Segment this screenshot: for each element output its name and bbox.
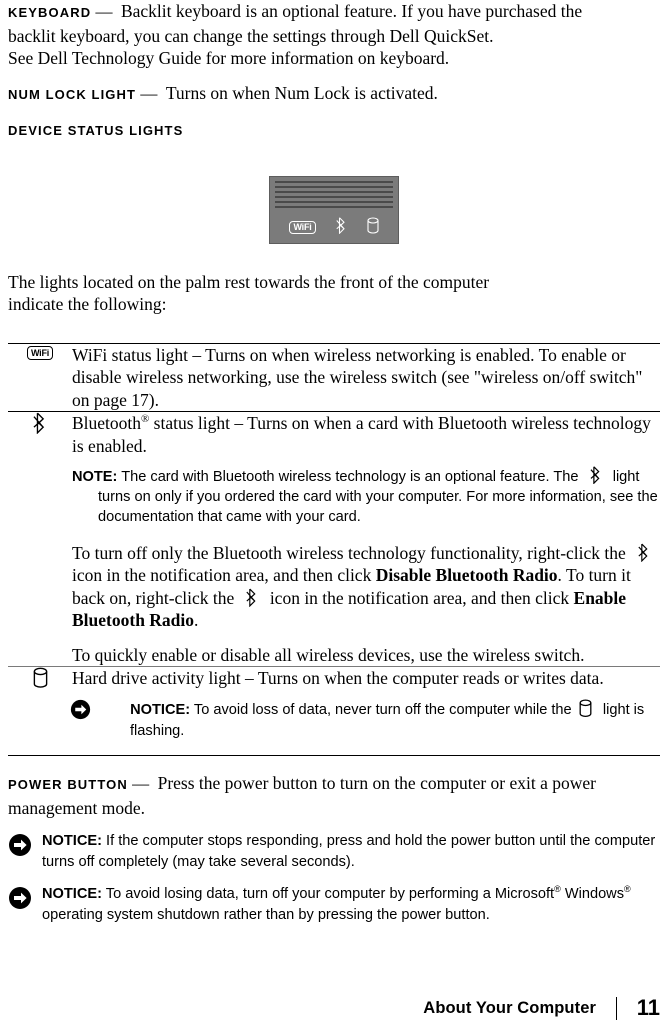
table-row-bluetooth: Bluetooth® status light – Turns on when … [8, 410, 660, 667]
hard-drive-icon [367, 216, 379, 239]
row-icon-cell: WiFi [8, 342, 72, 412]
entry-device-status-lights: DEVICE STATUS LIGHTS [8, 118, 660, 143]
intro-paragraph: The lights located on the palm rest towa… [8, 271, 660, 316]
keyboard-line-2: backlit keyboard, you can change the set… [8, 25, 494, 46]
notice-label: NOTICE: [42, 833, 102, 850]
wifi-icon: WiFi [289, 220, 316, 235]
notice-shutdown: NOTICE: To avoid losing data, turn off y… [8, 884, 660, 925]
keyboard-term: KEYBOARD [8, 5, 92, 20]
notice-label: NOTICE: [130, 701, 191, 718]
num-lock-dash: — [140, 83, 158, 103]
footer-separator [616, 996, 617, 1020]
power-button-term: POWER BUTTON [8, 777, 128, 793]
bt-instr-seg-4: icon in the notification area, and then … [265, 587, 574, 608]
notice-power-responding: NOTICE: If the computer stops responding… [8, 831, 660, 872]
registered-mark: ® [554, 884, 561, 895]
page-footer: About Your Computer 11 [8, 995, 660, 1021]
row-text-cell: Bluetooth® status light – Turns on when … [72, 410, 660, 667]
num-lock-text: Turns on when Num Lock is activated. [165, 82, 438, 103]
bluetooth-description: Bluetooth® status light – Turns on when … [72, 412, 660, 457]
wifi-description: WiFi status light – Turns on when wirele… [72, 344, 643, 410]
notice-seg-3: operating system shutdown rather than by… [42, 906, 490, 923]
bluetooth-icon [626, 543, 657, 563]
page-number: 11 [636, 995, 660, 1020]
notice-label: NOTICE: [42, 886, 102, 903]
bluetooth-icon [239, 588, 266, 608]
bluetooth-icon [578, 466, 608, 485]
notice-text-a: To avoid loss of data, never turn off th… [190, 701, 572, 718]
notice-body: If the computer stops responding, press … [42, 833, 656, 870]
row-text-cell: WiFi status light – Turns on when wirele… [72, 342, 660, 412]
notice-text: NOTICE: To avoid losing data, turn off y… [42, 884, 660, 925]
panel-icon-strip: WiFi [270, 216, 398, 239]
table-row-hard-drive: Hard drive activity light – Turns on whe… [8, 666, 660, 756]
device-status-lights-table: WiFi WiFi status light – Turns on when w… [8, 342, 660, 757]
bt-instr-seg-2: icon in the notification area, and then … [72, 565, 376, 586]
notice-text: NOTICE: If the computer stops responding… [42, 831, 660, 872]
bt-instr-seg-5: . [194, 610, 199, 631]
hard-drive-icon [33, 667, 48, 694]
bluetooth-icon [335, 216, 347, 239]
hard-drive-icon [572, 699, 599, 718]
notice-arrow-icon [8, 884, 42, 915]
device-status-heading: DEVICE STATUS LIGHTS [8, 118, 660, 143]
entry-keyboard: KEYBOARD — Backlit keyboard is an option… [8, 0, 660, 70]
entry-power-button: POWER BUTTON — Press the power button to… [8, 772, 660, 819]
hard-drive-description: Hard drive activity light – Turns on whe… [72, 668, 604, 689]
row-icon-cell [8, 666, 72, 756]
keyboard-text-1: Backlit keyboard is an optional feature.… [120, 1, 583, 21]
entry-num-lock-light: NUM LOCK LIGHT — Turns on when Num Lock … [8, 82, 660, 107]
table-row-wifi: WiFi WiFi status light – Turns on when w… [8, 342, 660, 412]
keyboard-dash: — [95, 2, 113, 21]
wifi-icon: WiFi [26, 346, 54, 360]
row-icon-cell [8, 410, 72, 667]
note-text-a: The card with Bluetooth wireless technol… [117, 469, 579, 485]
manual-page: KEYBOARD — Backlit keyboard is an option… [0, 0, 668, 1029]
device-status-term: DEVICE STATUS LIGHTS [8, 123, 184, 138]
bluetooth-note: NOTE: The card with Bluetooth wireless t… [72, 466, 660, 527]
registered-mark: ® [624, 884, 631, 895]
illustration-container: WiFi [8, 175, 660, 249]
power-button-dash: — [132, 774, 150, 794]
power-button-text-1: Press the power button to turn on the co… [157, 773, 596, 794]
speaker-grille-pattern [275, 180, 393, 209]
bluetooth-desc-post: status light – Turns on when a card with… [72, 413, 651, 456]
bluetooth-icon [33, 412, 47, 439]
notice-seg-1: To avoid losing data, turn off your comp… [102, 886, 555, 903]
notice-seg-2: Windows [560, 886, 625, 903]
intro-line-1: The lights located on the palm rest towa… [8, 271, 490, 292]
table-bottom-rule [8, 755, 660, 757]
power-button-line-1: POWER BUTTON — Press the power button to… [8, 772, 660, 797]
bluetooth-desc-pre: Bluetooth [72, 413, 142, 433]
bluetooth-instructions: To turn off only the Bluetooth wireless … [72, 542, 660, 632]
hard-drive-notice: NOTICE: To avoid loss of data, never tur… [70, 699, 660, 741]
num-lock-line: NUM LOCK LIGHT — Turns on when Num Lock … [8, 82, 660, 107]
keyboard-line-1: KEYBOARD — Backlit keyboard is an option… [8, 0, 660, 25]
footer-chapter-title: About Your Computer [423, 998, 596, 1017]
num-lock-term: NUM LOCK LIGHT [8, 86, 137, 102]
intro-line-2: indicate the following: [8, 294, 167, 314]
bluetooth-wireless-switch-note: To quickly enable or disable all wireles… [72, 644, 585, 665]
disable-bluetooth-radio-label: Disable Bluetooth Radio [375, 565, 558, 586]
notice-arrow-icon [8, 831, 42, 862]
keyboard-line-3: See Dell Technology Guide for more infor… [8, 48, 450, 68]
note-label: NOTE: [72, 469, 118, 485]
device-status-lights-panel: WiFi [269, 175, 399, 244]
row-text-cell: Hard drive activity light – Turns on whe… [70, 666, 660, 756]
bt-instr-seg-1: To turn off only the Bluetooth wireless … [72, 542, 626, 563]
notice-arrow-icon [70, 699, 122, 721]
power-button-line-2: management mode. [8, 797, 146, 818]
